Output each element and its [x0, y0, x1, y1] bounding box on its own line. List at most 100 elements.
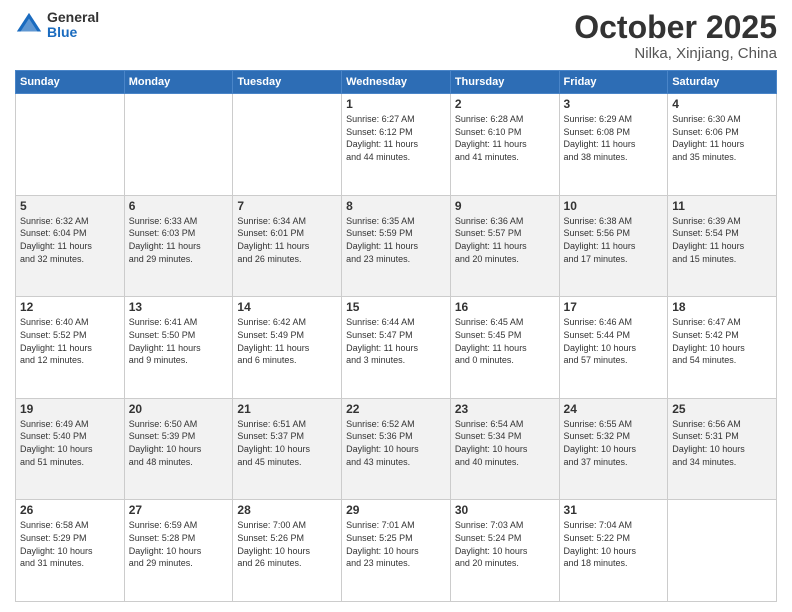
calendar-cell: 28 Sunrise: 7:00 AM Sunset: 5:26 PM Dayli…: [233, 500, 342, 602]
day-number: 8: [346, 199, 446, 213]
day-number: 19: [20, 402, 120, 416]
calendar-header-friday: Friday: [559, 71, 668, 94]
calendar-header-monday: Monday: [124, 71, 233, 94]
calendar-cell: 29Sunrise: 7:01 AM Sunset: 5:25 PM Dayli…: [342, 500, 451, 602]
day-info: Sunrise: 6:29 AM Sunset: 6:08 PM Dayligh…: [564, 113, 664, 163]
day-info: Sunrise: 6:33 AM Sunset: 6:03 PM Dayligh…: [129, 215, 229, 265]
calendar-week-1: 1 Sunrise: 6:27 AM Sunset: 6:12 PM Daylig…: [16, 94, 777, 196]
calendar-cell: 25 Sunrise: 6:56 AM Sunset: 5:31 PM Dayli…: [668, 398, 777, 500]
day-number: 11: [672, 199, 772, 213]
calendar-cell: 31 Sunrise: 7:04 AM Sunset: 5:22 PM Dayli…: [559, 500, 668, 602]
day-number: 25: [672, 402, 772, 416]
day-number: 9: [455, 199, 555, 213]
day-number: 17: [564, 300, 664, 314]
calendar-week-3: 12 Sunrise: 6:40 AM Sunset: 5:52 PM Dayli…: [16, 297, 777, 399]
calendar-cell: 26 Sunrise: 6:58 AM Sunset: 5:29 PM Dayli…: [16, 500, 125, 602]
day-info: Sunrise: 6:38 AM Sunset: 5:56 PM Dayligh…: [564, 215, 664, 265]
day-info: Sunrise: 6:39 AM Sunset: 5:54 PM Dayligh…: [672, 215, 772, 265]
calendar-cell: 21 Sunrise: 6:51 AM Sunset: 5:37 PM Dayli…: [233, 398, 342, 500]
day-info: Sunrise: 6:50 AM Sunset: 5:39 PM Dayligh…: [129, 418, 229, 468]
calendar-header-thursday: Thursday: [450, 71, 559, 94]
day-info: Sunrise: 6:40 AM Sunset: 5:52 PM Dayligh…: [20, 316, 120, 366]
day-info: Sunrise: 7:03 AM Sunset: 5:24 PM Dayligh…: [455, 519, 555, 569]
calendar-cell: 4 Sunrise: 6:30 AM Sunset: 6:06 PM Daylig…: [668, 94, 777, 196]
day-info: Sunrise: 6:34 AM Sunset: 6:01 PM Dayligh…: [237, 215, 337, 265]
day-info: Sunrise: 6:59 AM Sunset: 5:28 PM Dayligh…: [129, 519, 229, 569]
day-info: Sunrise: 6:49 AM Sunset: 5:40 PM Dayligh…: [20, 418, 120, 468]
day-info: Sunrise: 6:54 AM Sunset: 5:34 PM Dayligh…: [455, 418, 555, 468]
day-number: 18: [672, 300, 772, 314]
day-number: 5: [20, 199, 120, 213]
day-info: Sunrise: 6:45 AM Sunset: 5:45 PM Dayligh…: [455, 316, 555, 366]
day-number: 12: [20, 300, 120, 314]
calendar-cell: 5 Sunrise: 6:32 AM Sunset: 6:04 PM Daylig…: [16, 195, 125, 297]
day-number: 14: [237, 300, 337, 314]
day-info: Sunrise: 7:04 AM Sunset: 5:22 PM Dayligh…: [564, 519, 664, 569]
day-number: 30: [455, 503, 555, 517]
calendar-cell: 3Sunrise: 6:29 AM Sunset: 6:08 PM Daylig…: [559, 94, 668, 196]
day-number: 29: [346, 503, 446, 517]
page: General Blue October 2025 Nilka, Xinjian…: [0, 0, 792, 612]
calendar-cell: [233, 94, 342, 196]
logo-general-text: General: [47, 9, 99, 25]
calendar-cell: 1 Sunrise: 6:27 AM Sunset: 6:12 PM Daylig…: [342, 94, 451, 196]
day-info: Sunrise: 6:30 AM Sunset: 6:06 PM Dayligh…: [672, 113, 772, 163]
calendar-cell: 23 Sunrise: 6:54 AM Sunset: 5:34 PM Dayli…: [450, 398, 559, 500]
day-number: 23: [455, 402, 555, 416]
calendar-cell: 20 Sunrise: 6:50 AM Sunset: 5:39 PM Dayli…: [124, 398, 233, 500]
day-number: 24: [564, 402, 664, 416]
calendar-cell: 27Sunrise: 6:59 AM Sunset: 5:28 PM Dayli…: [124, 500, 233, 602]
calendar-week-5: 26 Sunrise: 6:58 AM Sunset: 5:29 PM Dayli…: [16, 500, 777, 602]
calendar-cell: 19 Sunrise: 6:49 AM Sunset: 5:40 PM Dayli…: [16, 398, 125, 500]
day-number: 7: [237, 199, 337, 213]
day-info: Sunrise: 6:27 AM Sunset: 6:12 PM Dayligh…: [346, 113, 446, 163]
day-info: Sunrise: 6:46 AM Sunset: 5:44 PM Dayligh…: [564, 316, 664, 366]
calendar-header-tuesday: Tuesday: [233, 71, 342, 94]
day-info: Sunrise: 6:51 AM Sunset: 5:37 PM Dayligh…: [237, 418, 337, 468]
day-info: Sunrise: 6:55 AM Sunset: 5:32 PM Dayligh…: [564, 418, 664, 468]
day-number: 26: [20, 503, 120, 517]
calendar-cell: 10 Sunrise: 6:38 AM Sunset: 5:56 PM Dayli…: [559, 195, 668, 297]
day-number: 10: [564, 199, 664, 213]
logo-icon: [15, 11, 43, 39]
day-info: Sunrise: 6:35 AM Sunset: 5:59 PM Dayligh…: [346, 215, 446, 265]
calendar-cell: 11 Sunrise: 6:39 AM Sunset: 5:54 PM Dayli…: [668, 195, 777, 297]
day-info: Sunrise: 6:52 AM Sunset: 5:36 PM Dayligh…: [346, 418, 446, 468]
day-number: 20: [129, 402, 229, 416]
calendar-cell: 12 Sunrise: 6:40 AM Sunset: 5:52 PM Dayli…: [16, 297, 125, 399]
calendar-header-wednesday: Wednesday: [342, 71, 451, 94]
day-number: 22: [346, 402, 446, 416]
day-info: Sunrise: 6:56 AM Sunset: 5:31 PM Dayligh…: [672, 418, 772, 468]
calendar-header-row: SundayMondayTuesdayWednesdayThursdayFrid…: [16, 71, 777, 94]
calendar-cell: 17 Sunrise: 6:46 AM Sunset: 5:44 PM Dayli…: [559, 297, 668, 399]
day-number: 31: [564, 503, 664, 517]
day-number: 4: [672, 97, 772, 111]
calendar-cell: [124, 94, 233, 196]
calendar-cell: 14Sunrise: 6:42 AM Sunset: 5:49 PM Dayli…: [233, 297, 342, 399]
calendar-cell: 16 Sunrise: 6:45 AM Sunset: 5:45 PM Dayli…: [450, 297, 559, 399]
calendar-cell: 15 Sunrise: 6:44 AM Sunset: 5:47 PM Dayli…: [342, 297, 451, 399]
day-number: 13: [129, 300, 229, 314]
calendar-cell: 8 Sunrise: 6:35 AM Sunset: 5:59 PM Daylig…: [342, 195, 451, 297]
day-number: 2: [455, 97, 555, 111]
day-number: 15: [346, 300, 446, 314]
day-info: Sunrise: 6:28 AM Sunset: 6:10 PM Dayligh…: [455, 113, 555, 163]
day-number: 1: [346, 97, 446, 111]
calendar-cell: 7 Sunrise: 6:34 AM Sunset: 6:01 PM Daylig…: [233, 195, 342, 297]
calendar-week-4: 19 Sunrise: 6:49 AM Sunset: 5:40 PM Dayli…: [16, 398, 777, 500]
day-number: 16: [455, 300, 555, 314]
header: General Blue October 2025 Nilka, Xinjian…: [15, 10, 777, 62]
calendar-cell: 22 Sunrise: 6:52 AM Sunset: 5:36 PM Dayli…: [342, 398, 451, 500]
day-info: Sunrise: 6:44 AM Sunset: 5:47 PM Dayligh…: [346, 316, 446, 366]
day-info: Sunrise: 7:00 AM Sunset: 5:26 PM Dayligh…: [237, 519, 337, 569]
day-info: Sunrise: 6:32 AM Sunset: 6:04 PM Dayligh…: [20, 215, 120, 265]
calendar-cell: [668, 500, 777, 602]
day-number: 6: [129, 199, 229, 213]
day-number: 21: [237, 402, 337, 416]
calendar-cell: 6 Sunrise: 6:33 AM Sunset: 6:03 PM Daylig…: [124, 195, 233, 297]
day-info: Sunrise: 6:36 AM Sunset: 5:57 PM Dayligh…: [455, 215, 555, 265]
day-info: Sunrise: 6:58 AM Sunset: 5:29 PM Dayligh…: [20, 519, 120, 569]
day-number: 28: [237, 503, 337, 517]
calendar-week-2: 5 Sunrise: 6:32 AM Sunset: 6:04 PM Daylig…: [16, 195, 777, 297]
logo-text: General Blue: [47, 10, 99, 41]
